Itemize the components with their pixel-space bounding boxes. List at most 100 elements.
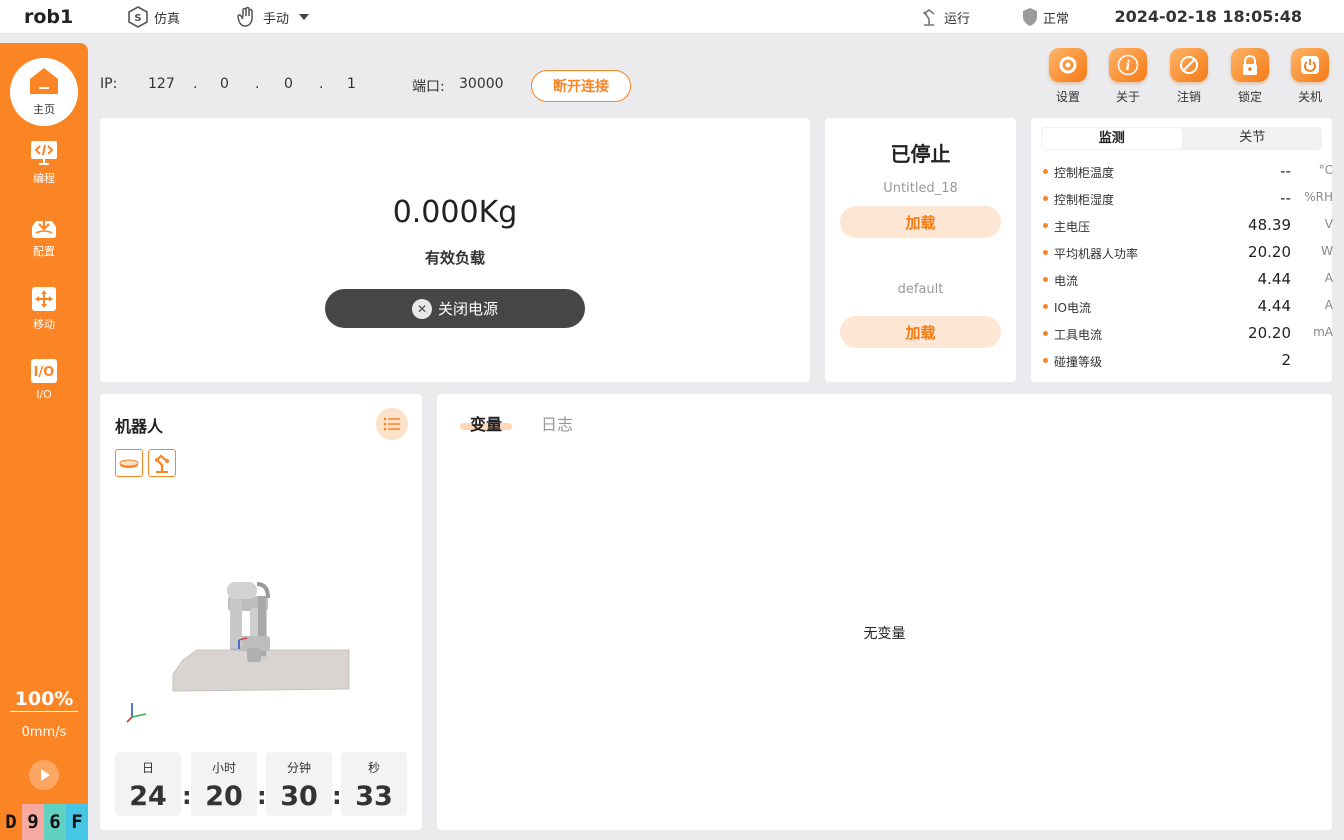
shutdown-label: 关机 xyxy=(1297,90,1322,104)
tab-variables[interactable]: 变量 xyxy=(470,411,502,435)
base-plate-icon xyxy=(119,459,139,468)
sim-mode-toggle[interactable]: S 仿真 xyxy=(126,4,180,30)
about-label: 关于 xyxy=(1115,90,1140,104)
monitor-row-unit: W xyxy=(1321,244,1333,258)
bullet-icon xyxy=(1043,358,1048,363)
sim-mode-label: 仿真 xyxy=(154,11,181,27)
lock-button[interactable]: 锁定 xyxy=(1228,48,1272,105)
program-card: 已停止 Untitled_18 加载 default 加载 xyxy=(825,118,1016,382)
timer-label: 日 xyxy=(141,761,154,775)
timer-hours: 小时 20 xyxy=(191,752,257,816)
robot-arm-icon xyxy=(155,454,169,473)
monitor-row: 电流 4.44 A xyxy=(1043,270,1333,290)
info-icon: i xyxy=(1117,54,1139,76)
ip-octet-1[interactable]: 127 xyxy=(148,76,175,92)
power-icon xyxy=(1301,56,1319,74)
datetime: 2024-02-18 18:05:48 xyxy=(1114,7,1302,26)
timer-label: 秒 xyxy=(367,761,380,775)
run-status-label: 运行 xyxy=(944,11,971,27)
bullet-icon xyxy=(1043,331,1048,336)
close-icon: ✕ xyxy=(411,298,432,319)
code-icon xyxy=(31,141,57,165)
timer-label: 小时 xyxy=(211,761,236,775)
status-badges: D 9 6 F xyxy=(0,804,88,840)
monitor-row-name: 工具电流 xyxy=(1054,328,1103,342)
speed-percent[interactable]: 100% xyxy=(10,688,78,712)
axis-gizmo xyxy=(126,703,147,723)
settings-label: 设置 xyxy=(1055,90,1080,104)
payload-label: 有效负载 xyxy=(424,249,485,267)
health-status: 正常 xyxy=(1021,4,1069,30)
bullet-icon xyxy=(1043,250,1048,255)
hand-mode-label: 手动 xyxy=(263,11,290,27)
robot-card: 机器人 日 24 : 小时 20: 分钟 30: 秒 33 xyxy=(100,394,422,830)
move-icon xyxy=(32,287,56,311)
port-label: 端口: xyxy=(412,79,445,95)
health-status-label: 正常 xyxy=(1043,11,1070,27)
monitor-row: 主电压 48.39 V xyxy=(1043,216,1333,236)
bullet-icon xyxy=(1043,277,1048,282)
tab-monitor[interactable]: 监测 xyxy=(1042,128,1182,149)
logout-button[interactable]: 注销 xyxy=(1167,48,1211,105)
ip-dot: . xyxy=(319,76,324,92)
sidebar: 主页 编程 配置 移动 I/O I/O 100% 0mm/s D 9 6 F xyxy=(0,43,88,840)
sidebar-item-move[interactable]: 移动 xyxy=(0,286,88,342)
robot-3d-viewport[interactable] xyxy=(110,484,410,739)
ip-octet-3[interactable]: 0 xyxy=(284,76,293,92)
power-off-button[interactable]: ✕ 关闭电源 xyxy=(325,289,585,328)
monitor-card: 监测 关节 控制柜温度 -- °C 控制柜湿度 -- %RH 主电压 48.39… xyxy=(1031,118,1333,382)
tab-joints[interactable]: 关节 xyxy=(1183,127,1323,150)
sidebar-item-program[interactable]: 编程 xyxy=(0,140,88,196)
sidebar-item-home[interactable]: 主页 xyxy=(10,58,78,126)
play-icon xyxy=(41,769,50,781)
disconnect-button[interactable]: 断开连接 xyxy=(531,70,631,102)
list-button[interactable] xyxy=(376,408,408,440)
logout-label: 注销 xyxy=(1176,90,1201,104)
power-off-label: 关闭电源 xyxy=(437,300,498,318)
program-name: Untitled_18 xyxy=(883,181,958,196)
timer-value: 24 xyxy=(129,781,167,812)
program-state: 已停止 xyxy=(890,142,951,166)
monitor-row-name: IO电流 xyxy=(1054,301,1091,315)
settings-button[interactable]: 设置 xyxy=(1046,48,1090,105)
sidebar-item-io[interactable]: I/O I/O xyxy=(0,358,88,414)
hand-mode-dropdown[interactable]: 手动 xyxy=(235,4,319,30)
monitor-row-unit: A xyxy=(1324,298,1333,312)
monitor-row: 平均机器人功率 20.20 W xyxy=(1043,243,1333,263)
sidebar-item-config[interactable]: 配置 xyxy=(0,213,88,269)
monitor-row-value: 48.39 xyxy=(1248,216,1291,234)
load-config-button[interactable]: 加载 xyxy=(840,316,1001,348)
monitor-row-value: 4.44 xyxy=(1257,270,1291,288)
lock-label: 锁定 xyxy=(1237,90,1262,104)
ip-octet-4[interactable]: 1 xyxy=(347,76,356,92)
badge-6: 6 xyxy=(44,804,66,840)
play-button[interactable] xyxy=(29,760,59,790)
svg-text:S: S xyxy=(134,13,141,24)
robot-title: 机器人 xyxy=(115,417,164,436)
run-status: 运行 xyxy=(920,4,970,30)
monitor-row-unit: A xyxy=(1324,271,1333,285)
robot-view-button[interactable] xyxy=(148,449,176,477)
logout-icon xyxy=(1180,56,1198,74)
load-program-button[interactable]: 加载 xyxy=(840,206,1001,238)
speed-value: 0mm/s xyxy=(21,725,67,740)
base-view-button[interactable] xyxy=(115,449,143,477)
tab-log[interactable]: 日志 xyxy=(541,411,573,435)
shutdown-button[interactable]: 关机 xyxy=(1288,48,1332,105)
monitor-row: 碰撞等级 2 xyxy=(1043,351,1325,371)
top-bar: rob1 S 仿真 手动 运行 正常 2024-02-18 18:05:48 xyxy=(0,0,1344,34)
svg-text:i: i xyxy=(1126,59,1131,74)
timer-value: 20 xyxy=(205,781,243,812)
monitor-row-unit: %RH xyxy=(1304,190,1333,204)
about-button[interactable]: i 关于 xyxy=(1106,48,1150,105)
port-value[interactable]: 30000 xyxy=(459,76,504,92)
monitor-row-name: 电流 xyxy=(1054,274,1079,288)
ip-octet-2[interactable]: 0 xyxy=(220,76,229,92)
monitor-row-value: -- xyxy=(1280,189,1291,207)
sidebar-item-label: 配置 xyxy=(33,245,55,258)
monitor-row-name: 主电压 xyxy=(1054,220,1091,234)
monitor-row: 工具电流 20.20 mA xyxy=(1043,324,1333,344)
monitor-row: 控制柜湿度 -- %RH xyxy=(1043,189,1333,209)
sidebar-home-label: 主页 xyxy=(33,103,55,116)
config-name: default xyxy=(897,282,944,297)
